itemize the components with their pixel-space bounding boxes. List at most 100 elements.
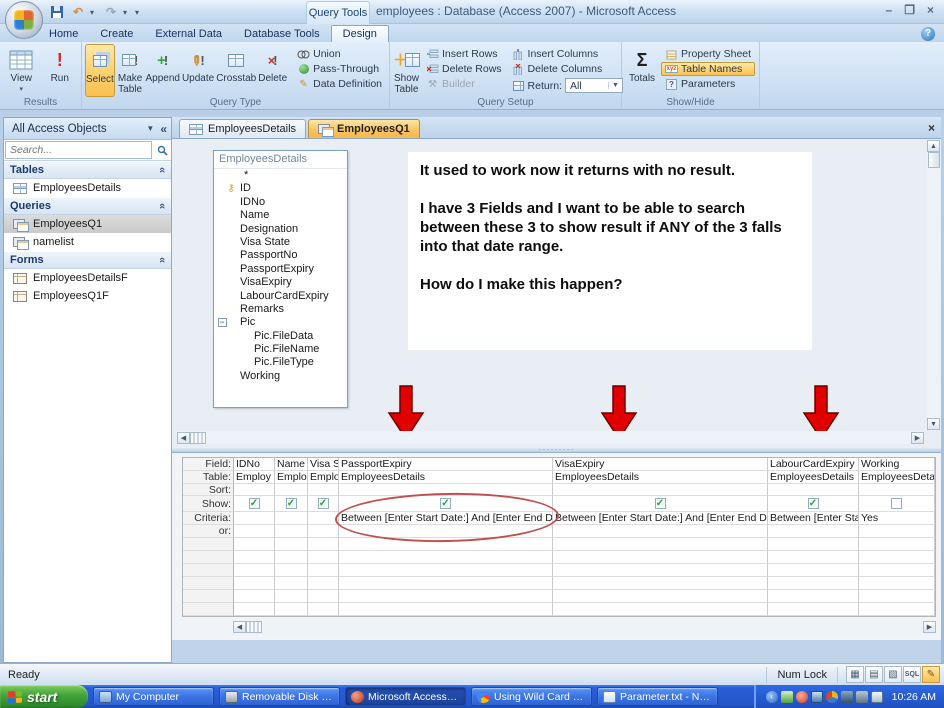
tab-design[interactable]: Design xyxy=(330,25,389,42)
nav-collapse-icon[interactable]: « xyxy=(160,122,167,136)
scroll-down-icon[interactable]: ▼ xyxy=(927,418,940,430)
or-cell[interactable] xyxy=(308,525,339,538)
criteria-cell[interactable]: Between [Enter Start Date:] And [Enter E… xyxy=(553,512,768,525)
pivot-chart-view-button[interactable]: ▧ xyxy=(884,666,902,683)
or-cell[interactable] xyxy=(234,525,275,538)
data-definition-button[interactable]: ✎ Data Definition xyxy=(293,77,386,91)
doc-tab-employeesdetails[interactable]: EmployeesDetails xyxy=(179,119,307,138)
or-cell[interactable] xyxy=(275,525,308,538)
run-button[interactable]: ! Run xyxy=(42,44,79,97)
tray-media-icon[interactable] xyxy=(825,690,838,703)
return-combobox[interactable]: All ▼ xyxy=(564,78,623,93)
criteria-cell[interactable]: Between [Enter Start I xyxy=(768,512,859,525)
field-item-id[interactable]: ⚷ ID xyxy=(214,182,347,195)
search-icon[interactable] xyxy=(153,140,171,160)
or-cell[interactable] xyxy=(339,525,553,538)
tab-database-tools[interactable]: Database Tools xyxy=(233,26,331,42)
show-checkbox[interactable] xyxy=(654,498,666,509)
nav-item-employeesdetails-table[interactable]: EmployeesDetails xyxy=(4,179,171,197)
field-item-designation[interactable]: Designation xyxy=(214,223,347,236)
sort-cell[interactable] xyxy=(553,484,768,496)
or-cell[interactable] xyxy=(859,525,935,538)
field-item-passportno[interactable]: PassportNo xyxy=(214,249,347,262)
nav-item-employeesq1f[interactable]: EmployeesQ1F xyxy=(4,287,171,305)
sort-cell[interactable] xyxy=(859,484,935,496)
insert-rows-button[interactable]: Insert Rows xyxy=(422,47,506,61)
criteria-cell[interactable] xyxy=(308,512,339,525)
start-button[interactable]: start xyxy=(0,685,88,708)
taskbar-item-access[interactable]: Microsoft Access - em... xyxy=(345,687,466,706)
nav-pane-header[interactable]: All Access Objects ▼ « xyxy=(4,118,171,140)
datasheet-view-button[interactable]: ▦ xyxy=(846,666,864,683)
help-icon[interactable]: ? xyxy=(921,27,935,41)
taskbar-item-removable-disk[interactable]: Removable Disk (I:) xyxy=(219,687,340,706)
sort-cell[interactable] xyxy=(339,484,553,496)
scroll-right-icon[interactable]: ▶ xyxy=(911,431,924,444)
field-item-remarks[interactable]: Remarks xyxy=(214,303,347,316)
tab-home[interactable]: Home xyxy=(38,26,89,42)
design-view-button[interactable]: ✎ xyxy=(922,666,940,683)
sort-cell[interactable] xyxy=(275,484,308,496)
field-item-visa-state[interactable]: Visa State xyxy=(214,236,347,249)
scroll-left-icon[interactable]: ◀ xyxy=(233,621,246,633)
table-cell[interactable]: Employ xyxy=(308,471,339,484)
delete-rows-button[interactable]: Delete Rows xyxy=(422,62,506,76)
show-checkbox[interactable] xyxy=(317,498,329,509)
show-checkbox[interactable] xyxy=(440,498,451,509)
field-item-idno[interactable]: IDNo xyxy=(214,196,347,209)
field-cell[interactable]: Visa Sta xyxy=(308,458,339,471)
nav-menu-dropdown-icon[interactable]: ▼ xyxy=(140,124,160,133)
view-button[interactable]: View ▾ xyxy=(3,44,40,97)
property-sheet-button[interactable]: Property Sheet xyxy=(661,47,755,61)
undo-icon[interactable]: ↶ xyxy=(69,3,87,21)
parameters-button[interactable]: ? Parameters xyxy=(661,77,755,91)
sort-cell[interactable] xyxy=(308,484,339,496)
table-cell[interactable]: EmployeesDetails xyxy=(768,471,859,484)
field-item-passportexpiry[interactable]: PassportExpiry xyxy=(214,263,347,276)
sql-view-button[interactable]: SQL xyxy=(903,666,921,683)
tray-display-icon[interactable] xyxy=(810,690,823,703)
insert-columns-button[interactable]: Insert Columns xyxy=(508,47,627,61)
union-button[interactable]: Union xyxy=(293,47,386,61)
qat-customize-icon[interactable]: ▾ xyxy=(135,8,144,17)
field-item-pic-filename[interactable]: Pic.FileName xyxy=(214,343,347,356)
grid-horizontal-scrollbar[interactable]: ◀ ▶ xyxy=(233,620,936,634)
delete-query-button[interactable]: ×! Delete xyxy=(258,44,287,97)
save-icon[interactable] xyxy=(48,3,66,21)
table-cell[interactable]: Employ xyxy=(234,471,275,484)
crosstab-button[interactable]: Crosstab xyxy=(216,44,256,97)
scroll-up-icon[interactable]: ▲ xyxy=(927,140,940,152)
taskbar-item-my-computer[interactable]: My Computer xyxy=(93,687,214,706)
design-vertical-scrollbar[interactable]: ▲ ▼ xyxy=(927,140,940,430)
field-item-visaexpiry[interactable]: VisaExpiry xyxy=(214,276,347,289)
criteria-cell[interactable]: Yes xyxy=(859,512,935,525)
field-cell[interactable]: PassportExpiry xyxy=(339,458,553,471)
tray-usb-icon[interactable] xyxy=(855,690,868,703)
table-names-button[interactable]: xyz Table Names xyxy=(661,62,756,76)
criteria-cell[interactable]: Between [Enter Start Date:] And [Enter E… xyxy=(339,512,553,525)
collapse-minus-icon[interactable]: − xyxy=(216,316,228,329)
tray-alert-icon[interactable] xyxy=(795,690,808,703)
office-button[interactable] xyxy=(5,1,43,39)
nav-item-employeesq1[interactable]: EmployeesQ1 xyxy=(4,215,171,233)
select-query-button[interactable]: Select xyxy=(85,44,115,97)
tray-network-icon[interactable] xyxy=(840,690,853,703)
tab-create[interactable]: Create xyxy=(89,26,144,42)
tab-external-data[interactable]: External Data xyxy=(144,26,233,42)
field-item-labourcardexpiry[interactable]: LabourCardExpiry xyxy=(214,290,347,303)
nav-section-tables[interactable]: Tables « xyxy=(4,161,171,179)
show-checkbox[interactable] xyxy=(248,498,260,509)
nav-section-forms[interactable]: Forms « xyxy=(4,251,171,269)
pivot-table-view-button[interactable]: ▤ xyxy=(865,666,883,683)
show-checkbox[interactable] xyxy=(891,498,902,509)
nav-section-queries[interactable]: Queries « xyxy=(4,197,171,215)
table-cell[interactable]: EmployeesDetails xyxy=(859,471,935,484)
criteria-cell[interactable] xyxy=(275,512,308,525)
redo-icon[interactable]: ↷ xyxy=(102,3,120,21)
minimize-button[interactable]: – xyxy=(886,3,893,17)
field-cell[interactable]: LabourCardExpiry xyxy=(768,458,859,471)
append-button[interactable]: +! Append xyxy=(145,44,179,97)
scrollbar-thumb[interactable] xyxy=(190,431,206,444)
show-checkbox[interactable] xyxy=(807,498,819,509)
design-horizontal-scrollbar[interactable]: ◀ ▶ xyxy=(177,431,924,444)
